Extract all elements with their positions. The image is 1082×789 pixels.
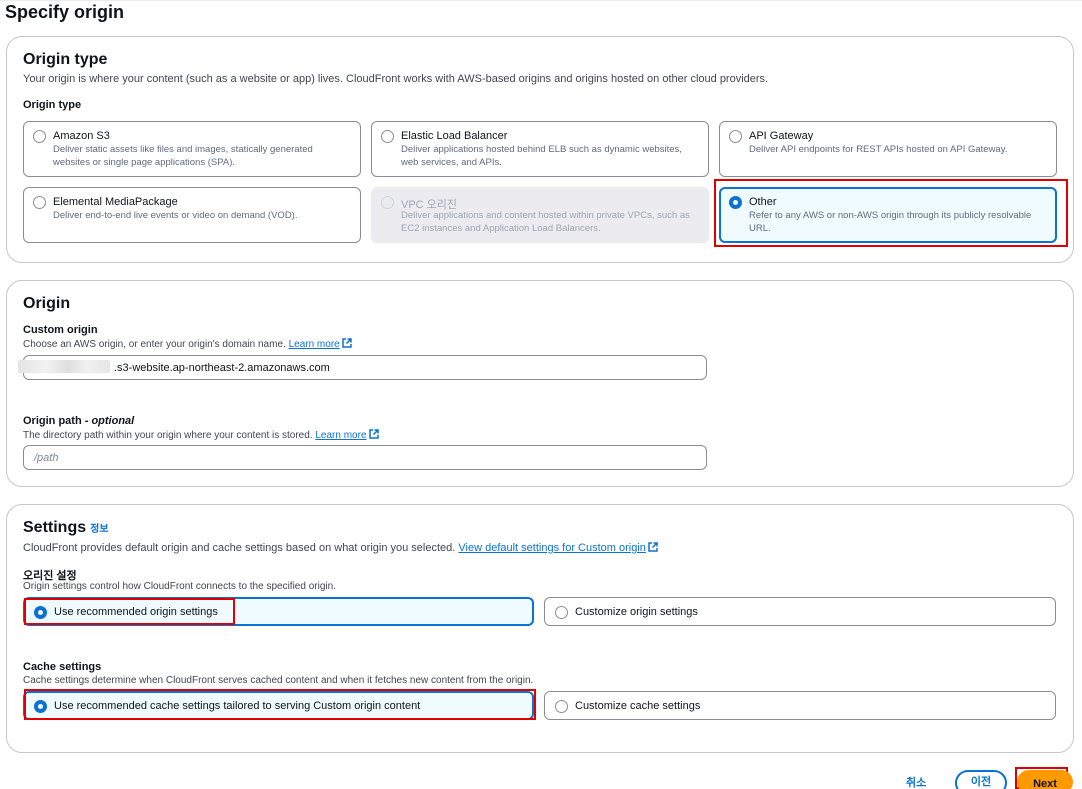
settings-panel: Settings 정보 CloudFront provides default o… [6, 504, 1074, 753]
radio-button[interactable] [33, 130, 46, 143]
radio-button[interactable] [33, 196, 46, 209]
tile-description: Refer to any AWS or non-AWS origin throu… [749, 210, 1032, 234]
custom-origin-input[interactable]: .s3-website.ap-northeast-2.amazonaws.com [23, 355, 707, 380]
page-title: Specify origin [5, 2, 125, 22]
origin-type-field-label: Origin type [23, 99, 82, 111]
radio-button[interactable] [381, 130, 394, 143]
next-button[interactable]: Next [1017, 770, 1073, 789]
tile-title: API Gateway [749, 130, 814, 142]
option-label: Use recommended cache settings tailored … [54, 700, 421, 712]
cancel-button[interactable]: 취소 [906, 774, 926, 789]
option-label: Customize origin settings [575, 606, 698, 618]
learn-more-link[interactable]: Learn more [289, 339, 340, 350]
origin-panel: Origin Custom origin Choose an AWS origi… [6, 280, 1074, 487]
cache-settings-label: Cache settings [23, 661, 102, 673]
tile-description: Deliver end-to-end live events or video … [53, 210, 298, 221]
radio-button [381, 196, 394, 209]
radio-button[interactable] [555, 700, 568, 713]
tile-description: Deliver applications and content hosted … [401, 210, 690, 234]
cache-settings-hint: Cache settings determine when CloudFront… [23, 675, 534, 686]
tile-description: Deliver applications hosted behind ELB s… [401, 144, 682, 168]
redacted-domain [18, 360, 110, 373]
learn-more-link[interactable]: Learn more [315, 430, 366, 441]
customize-cache-settings-option[interactable]: Customize cache settings [544, 691, 1056, 720]
origin-type-tile-elastic-load-balancer[interactable]: Elastic Load Balancer Deliver applicatio… [371, 121, 709, 177]
use-recommended-origin-settings-option[interactable]: Use recommended origin settings [23, 597, 534, 626]
radio-button[interactable] [729, 130, 742, 143]
origin-path-input[interactable]: /path [23, 445, 707, 470]
radio-button-checked[interactable] [729, 196, 742, 209]
origin-path-hint: The directory path within your origin wh… [23, 429, 379, 441]
origin-type-tile-vpc-origin: VPC 오리진 Deliver applications and content… [371, 187, 709, 243]
info-link[interactable]: 정보 [90, 524, 108, 535]
settings-heading: Settings 정보 [23, 519, 109, 536]
tile-title: Elastic Load Balancer [401, 130, 508, 142]
tile-title: Elemental MediaPackage [53, 196, 178, 208]
origin-type-heading: Origin type [23, 51, 108, 68]
previous-button[interactable]: 이전 [955, 770, 1007, 789]
view-default-settings-link[interactable]: View default settings for Custom origin [458, 542, 646, 554]
external-link-icon [648, 542, 658, 552]
origin-type-tile-amazon-s3[interactable]: Amazon S3 Deliver static assets like fil… [23, 121, 361, 177]
option-label: Customize cache settings [575, 700, 701, 712]
external-link-icon [341, 338, 352, 348]
origin-path-label: Origin path - optional [23, 415, 135, 427]
radio-button-checked[interactable] [34, 606, 47, 619]
origin-type-description: Your origin is where your content (such … [23, 73, 769, 85]
tile-description: Deliver API endpoints for REST APIs host… [749, 144, 1008, 155]
origin-type-tile-api-gateway[interactable]: API Gateway Deliver API endpoints for RE… [719, 121, 1057, 177]
tile-title: Other [749, 196, 777, 208]
external-link-icon [368, 429, 379, 439]
option-label: Use recommended origin settings [54, 606, 218, 618]
radio-button[interactable] [555, 606, 568, 619]
tile-title: Amazon S3 [53, 130, 110, 142]
origin-settings-hint: Origin settings control how CloudFront c… [23, 581, 336, 592]
customize-origin-settings-option[interactable]: Customize origin settings [544, 597, 1056, 626]
tile-description: Deliver static assets like files and ima… [53, 144, 313, 168]
custom-origin-hint: Choose an AWS origin, or enter your orig… [23, 338, 352, 350]
use-recommended-cache-settings-option[interactable]: Use recommended cache settings tailored … [23, 691, 534, 720]
settings-description: CloudFront provides default origin and c… [23, 542, 658, 554]
radio-button-checked[interactable] [34, 700, 47, 713]
custom-origin-label: Custom origin [23, 324, 98, 336]
origin-heading: Origin [23, 295, 71, 312]
origin-type-panel: Origin type Your origin is where your co… [6, 36, 1074, 263]
origin-type-tile-elemental-mediapackage[interactable]: Elemental MediaPackage Deliver end-to-en… [23, 187, 361, 243]
origin-type-tile-other[interactable]: Other Refer to any AWS or non-AWS origin… [719, 187, 1057, 243]
top-divider [0, 0, 1082, 1]
